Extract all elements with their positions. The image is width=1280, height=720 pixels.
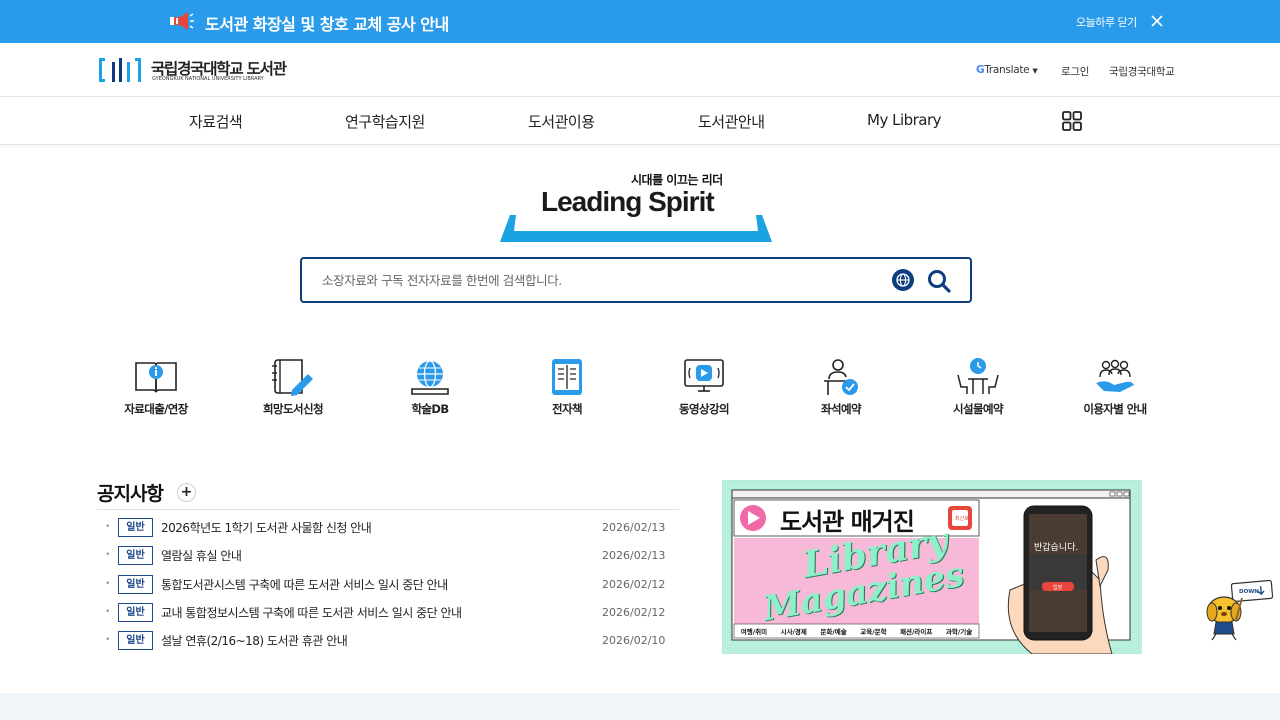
main-nav: 자료검색 연구학습지원 도서관이용 도서관안내 My Library [0, 98, 1280, 145]
magazine-category: 교육/문학 [860, 628, 887, 636]
megaphone-icon [170, 12, 194, 30]
globe-laptop-icon [411, 360, 449, 395]
notice-title[interactable]: 열람실 휴실 안내 [161, 547, 242, 564]
bullet-icon: • [105, 550, 111, 560]
nav-item-research[interactable]: 연구학습지원 [345, 111, 425, 132]
notice-more-button[interactable]: + [177, 483, 196, 502]
language-globe-button[interactable] [892, 269, 914, 291]
magazine-category: 시사/경제 [780, 628, 807, 636]
quick-menu-loan[interactable]: 자료대출/연장 [96, 357, 216, 421]
quick-menu-seat-reservation[interactable]: 좌석예약 [781, 357, 901, 421]
notice-date: 2026/02/13 [602, 549, 666, 562]
quick-menu-label: 학술DB [411, 402, 449, 416]
magazine-category-list: 여행/취미 시사/경제 문화/예술 교육/문학 패션/라이프 과학/기술 [734, 625, 979, 637]
scroll-down-mascot[interactable]: DOWN [1202, 578, 1276, 642]
nav-item-about[interactable]: 도서관안내 [698, 111, 765, 132]
search-bar [300, 257, 972, 303]
quick-menu-video-lecture[interactable]: 동영상강의 [644, 357, 764, 421]
notice-badge: 일반 [118, 518, 153, 537]
notice-title[interactable]: 2026학년도 1학기 도서관 사물함 신청 안내 [161, 519, 372, 536]
close-icon[interactable] [1150, 14, 1164, 28]
caret-down-icon: ▼ [1032, 67, 1038, 75]
close-today-button[interactable]: 오늘하루 닫기 [1076, 14, 1137, 30]
down-sign-label: DOWN [1239, 589, 1259, 595]
quick-menu-label: 시설물예약 [953, 402, 1004, 416]
quick-menu-label: 전자책 [552, 402, 583, 416]
slogan-underline-decoration [500, 215, 772, 242]
notice-badge: 일반 [118, 575, 153, 594]
quick-menu-label: 자료대출/연장 [124, 402, 188, 416]
magazine-category: 패션/라이프 [900, 628, 933, 636]
quick-menu-label: 좌석예약 [821, 402, 862, 416]
ebook-icon [552, 359, 582, 395]
library-magazine-banner[interactable]: 도서관 매거진 최신호 Library Magazines 여행/취미 시사/경… [722, 480, 1142, 654]
university-link[interactable]: 국립경국대학교 [1109, 64, 1175, 79]
notice-date: 2026/02/12 [602, 606, 666, 619]
notice-badge: 일반 [118, 603, 153, 622]
quick-menu-label: 동영상강의 [679, 402, 730, 416]
footer-band [0, 693, 1280, 720]
book-info-icon [135, 362, 177, 393]
logo-mark-icon [99, 58, 141, 82]
quick-menu-ebook[interactable]: 전자책 [507, 357, 627, 421]
notice-section-title: 공지사항 [97, 483, 164, 505]
notice-date: 2026/02/12 [602, 578, 666, 591]
notice-title[interactable]: 설날 연휴(2/16~18) 도서관 휴관 안내 [161, 632, 348, 649]
bullet-icon: • [105, 579, 111, 589]
quick-menu-label: 이용자별 안내 [1083, 402, 1147, 416]
all-menu-grid-icon[interactable] [1062, 111, 1082, 131]
library-logo[interactable]: 국립경국대학교 도서관 GYEONGKUK NATIONAL UNIVERSIT… [97, 56, 307, 84]
video-lecture-icon [684, 359, 724, 392]
nav-item-usage[interactable]: 도서관이용 [528, 111, 595, 132]
quick-menu-user-guide[interactable]: 이용자별 안내 [1055, 357, 1175, 421]
bullet-icon: • [105, 607, 111, 617]
search-icon[interactable] [926, 268, 952, 294]
notice-date: 2026/02/13 [602, 521, 666, 534]
notice-badge: 일반 [118, 546, 153, 565]
bullet-icon: • [105, 635, 111, 645]
translate-dropdown[interactable]: GTranslate ▼ [976, 64, 1038, 76]
dog-mascot-icon [1206, 579, 1274, 641]
nav-item-my-library[interactable]: My Library [867, 111, 942, 129]
notice-title[interactable]: 통합도서관시스템 구축에 따른 도서관 서비스 일시 중단 안내 [161, 576, 448, 593]
phone-enter-button: 입장 [1053, 585, 1063, 591]
slogan-title: Leading Spirit [541, 186, 715, 217]
translate-label: Translate [984, 64, 1030, 76]
login-link[interactable]: 로그인 [1061, 64, 1089, 79]
user-group-icon [1096, 359, 1134, 392]
notice-badge: 일반 [118, 631, 153, 650]
magazine-category: 여행/취미 [740, 628, 768, 636]
notice-title[interactable]: 교내 통합정보시스템 구축에 따른 도서관 서비스 일시 중단 안내 [161, 604, 462, 621]
quick-menu-request[interactable]: 희망도서신청 [233, 357, 353, 421]
magazine-category: 문화/예술 [820, 628, 847, 636]
quick-menu-label: 희망도서신청 [263, 402, 323, 416]
notice-row[interactable]: • 일반 설날 연휴(2/16~18) 도서관 휴관 안내 2026/02/10 [97, 630, 679, 652]
magazine-category: 과학/기술 [945, 628, 973, 636]
quick-menu-facility-reservation[interactable]: 시설물예약 [918, 357, 1038, 421]
phone-greeting: 반갑습니다. [1034, 543, 1079, 553]
nav-item-search[interactable]: 자료검색 [189, 111, 243, 132]
search-input[interactable] [322, 269, 882, 291]
notice-row[interactable]: • 일반 열람실 휴실 안내 2026/02/13 [97, 545, 679, 567]
notice-date: 2026/02/10 [602, 634, 666, 647]
site-header: 국립경국대학교 도서관 GYEONGKUK NATIONAL UNIVERSIT… [0, 43, 1280, 97]
bullet-icon: • [105, 522, 111, 532]
facility-reservation-icon [957, 358, 999, 394]
seat-reservation-icon [824, 359, 858, 395]
notice-row[interactable]: • 일반 통합도서관시스템 구축에 따른 도서관 서비스 일시 중단 안내 20… [97, 574, 679, 596]
logo-english-name: GYEONGKUK NATIONAL UNIVERSITY LIBRARY [152, 76, 264, 82]
book-pencil-icon [272, 359, 313, 396]
globe-icon [896, 273, 910, 287]
quick-menu-academic-db[interactable]: 학술DB [370, 357, 490, 421]
notice-divider [97, 509, 679, 510]
notice-row[interactable]: • 일반 2026학년도 1학기 도서관 사물함 신청 안내 2026/02/1… [97, 517, 679, 539]
magazine-corner-tag: 최신호 [955, 516, 969, 522]
announcement-bar: 도서관 화장실 및 창호 교체 공사 안내 오늘하루 닫기 [0, 0, 1280, 43]
announcement-link[interactable]: 도서관 화장실 및 창호 교체 공사 안내 [205, 11, 449, 35]
hand-phone-illustration [1007, 505, 1113, 654]
notice-row[interactable]: • 일반 교내 통합정보시스템 구축에 따른 도서관 서비스 일시 중단 안내 … [97, 602, 679, 624]
